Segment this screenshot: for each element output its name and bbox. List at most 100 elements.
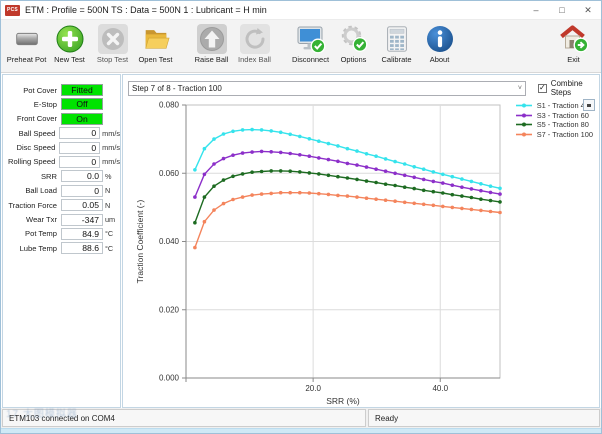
series-marker — [431, 189, 436, 194]
status-row-label: Front Cover — [16, 114, 57, 124]
series-marker — [450, 183, 455, 187]
series-marker — [250, 170, 254, 174]
app-icon: PCS — [5, 4, 20, 16]
series-marker — [202, 219, 207, 224]
series-marker — [345, 176, 350, 180]
raise-ball-button[interactable]: Raise Ball — [190, 22, 233, 64]
series-marker — [374, 180, 378, 185]
toolbar-button-label: Raise Ball — [194, 55, 229, 64]
series-marker — [221, 201, 226, 206]
step-selector-dropdown[interactable]: Step 7 of 8 - Traction 100 ˅ — [128, 80, 526, 96]
toolbar-button-label: Preheat Pot — [6, 55, 47, 64]
series-marker — [326, 192, 331, 197]
series-marker — [269, 150, 273, 154]
window-controls: – □ ✕ — [523, 1, 601, 19]
series-marker — [488, 184, 493, 188]
x-tick-label: 20.0 — [305, 384, 321, 393]
window-bottom-edge — [1, 428, 601, 433]
series-marker — [421, 167, 426, 171]
series-marker — [374, 167, 378, 171]
series-marker — [288, 169, 292, 173]
legend-label: S1 - Traction 40 — [536, 101, 589, 111]
legend-item: S7 - Traction 100 — [515, 130, 593, 140]
status-row: E-Stop Off — [3, 98, 120, 111]
index-ball-button[interactable]: Index Ball — [233, 22, 276, 64]
options-button[interactable]: Options — [332, 22, 375, 64]
status-panel: Pot Cover Fitted E-Stop Off Front Cover On Bal… — [2, 74, 121, 408]
y-tick-label: 0.000 — [159, 374, 180, 383]
series-marker — [479, 208, 483, 213]
y-tick-label: 0.060 — [159, 169, 180, 178]
y-tick-label: 0.040 — [159, 237, 180, 246]
series-marker — [355, 149, 359, 153]
x-axis-label: SRR (%) — [326, 396, 360, 406]
status-row-label: SRR — [40, 171, 57, 181]
series-marker — [431, 179, 436, 184]
stop-test-button[interactable]: Stop Test — [91, 22, 134, 64]
preheat-pot-button[interactable]: Preheat Pot — [5, 22, 48, 64]
exit-button[interactable]: Exit — [552, 22, 595, 64]
series-marker — [498, 192, 502, 196]
series-marker — [393, 199, 397, 203]
series-marker — [326, 173, 331, 178]
series-marker — [383, 182, 388, 186]
series-marker — [259, 128, 264, 132]
series-marker — [460, 206, 464, 211]
app-window: PCS ETM : Profile = 500N TS : Data = 500… — [0, 0, 602, 434]
series-marker — [240, 172, 245, 176]
new-test-button[interactable]: New Test — [48, 22, 91, 64]
status-row-unit: °C — [105, 229, 114, 239]
series-marker — [412, 186, 417, 191]
series-marker — [355, 163, 359, 167]
disconnect-button[interactable]: Disconnect — [289, 22, 332, 64]
legend-pin-button[interactable] — [583, 99, 595, 111]
status-row: Rolling Speed 0 mm/s — [3, 155, 120, 168]
raise-ball-icon — [196, 22, 228, 55]
legend-item: S1 - Traction 40 — [515, 101, 593, 111]
toolbar-button-label: About — [429, 55, 450, 64]
status-row: Front Cover On — [3, 112, 120, 125]
series-marker — [383, 157, 388, 161]
status-row-label: Wear Txr — [26, 215, 57, 225]
series-marker — [336, 159, 340, 164]
series-marker — [355, 177, 359, 182]
series-marker — [364, 179, 369, 183]
close-button[interactable]: ✕ — [575, 1, 601, 19]
status-row-unit: mm/s — [102, 143, 120, 153]
series-marker — [345, 161, 350, 166]
legend-swatch-icon — [515, 122, 532, 127]
maximize-button[interactable]: □ — [549, 1, 575, 19]
series-marker — [383, 169, 388, 173]
open-test-button[interactable]: Open Test — [134, 22, 177, 64]
series-marker — [307, 154, 312, 158]
x-tick-label: 40.0 — [432, 384, 448, 393]
series-marker — [221, 156, 226, 161]
legend-swatch-icon — [515, 113, 532, 118]
series-marker — [421, 177, 426, 182]
status-row: SRR 0.0% — [3, 170, 120, 183]
series-marker — [307, 171, 312, 175]
legend-label: S7 - Traction 100 — [536, 130, 593, 140]
status-row-value: Off — [61, 98, 103, 111]
series-marker — [488, 209, 493, 214]
combine-steps-checkbox[interactable]: ✓ Combine Steps — [538, 79, 594, 97]
about-button[interactable]: About — [418, 22, 461, 64]
series-marker — [364, 152, 369, 156]
ready-status: Ready — [368, 409, 600, 427]
series-marker — [202, 195, 207, 199]
status-row-label: Traction Force — [8, 200, 57, 210]
y-tick-label: 0.080 — [159, 101, 180, 110]
calibrate-button[interactable]: Calibrate — [375, 22, 418, 64]
series-marker — [231, 129, 235, 134]
series-marker — [288, 132, 292, 137]
series-marker — [250, 150, 254, 154]
series-marker — [269, 129, 273, 133]
series-marker — [231, 174, 235, 179]
series-marker — [336, 193, 340, 198]
status-row-value: 0 — [59, 141, 101, 154]
series-marker — [345, 146, 350, 151]
series-marker — [393, 171, 397, 176]
series-marker — [231, 153, 235, 157]
status-row-value: 0.0 — [61, 170, 103, 183]
minimize-button[interactable]: – — [523, 1, 549, 19]
